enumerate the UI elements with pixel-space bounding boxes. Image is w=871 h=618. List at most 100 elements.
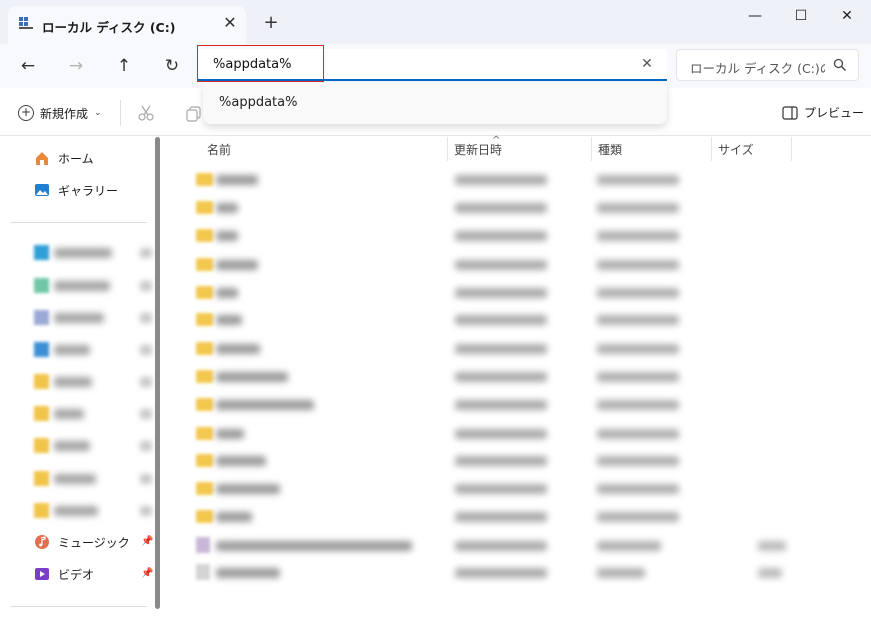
search-box[interactable]: ローカル ディスク (C:)の検索 <box>676 49 859 81</box>
file-row[interactable] <box>188 561 808 585</box>
file-row[interactable] <box>188 168 808 192</box>
sidebar-item-home[interactable]: ホーム <box>34 146 94 170</box>
folder-icon <box>34 438 49 453</box>
search-input[interactable]: ローカル ディスク (C:)の検索 <box>690 58 825 77</box>
sidebar-item-label-blurred <box>54 506 98 516</box>
file-icon <box>196 564 210 580</box>
new-tab-button[interactable]: + <box>261 13 281 33</box>
file-name-blurred <box>216 372 288 382</box>
pin-indicator-blurred <box>140 345 152 355</box>
minimize-button[interactable]: — <box>740 4 770 28</box>
sidebar-item-label-blurred <box>54 313 104 323</box>
file-type-blurred <box>597 203 679 213</box>
search-icon <box>833 58 846 71</box>
pin-indicator-blurred <box>140 409 152 419</box>
file-type-blurred <box>597 484 679 494</box>
column-divider[interactable] <box>591 137 592 161</box>
cut-icon[interactable] <box>137 104 155 122</box>
file-row[interactable] <box>188 196 808 220</box>
column-type[interactable]: 種類 <box>598 141 622 158</box>
file-name-blurred <box>216 260 258 270</box>
folder-icon <box>196 427 213 440</box>
file-row[interactable] <box>188 505 808 529</box>
copy-icon[interactable] <box>186 106 202 122</box>
address-bar[interactable]: %appdata% ✕ <box>197 49 667 81</box>
refresh-button[interactable]: ↻ <box>159 53 185 79</box>
sidebar-item-label-blurred <box>54 281 110 291</box>
sidebar-item-gallery[interactable]: ギャラリー <box>34 178 118 202</box>
file-row[interactable] <box>188 253 808 277</box>
pin-indicator-blurred <box>140 377 152 387</box>
file-row[interactable] <box>188 534 808 558</box>
address-suggestions: %appdata% <box>203 83 667 124</box>
folder-icon <box>196 258 213 271</box>
file-type-blurred <box>597 568 645 578</box>
column-name[interactable]: 名前 <box>207 141 231 158</box>
new-button-label: 新規作成 <box>40 106 89 121</box>
file-row[interactable] <box>188 281 808 305</box>
tab-local-disk[interactable]: ローカル ディスク (C:) ✕ <box>8 6 246 44</box>
back-button[interactable]: ← <box>15 53 41 79</box>
file-name-blurred <box>216 429 244 439</box>
file-type-blurred <box>597 288 679 298</box>
sidebar-item-label-blurred <box>54 377 92 387</box>
file-row[interactable] <box>188 477 808 501</box>
folder-icon <box>196 286 213 299</box>
file-type-blurred <box>597 400 679 410</box>
pin-indicator-blurred <box>140 474 152 484</box>
file-name-blurred <box>216 288 238 298</box>
file-name-blurred <box>216 175 258 185</box>
new-button[interactable]: + 新規作成 ⌄ <box>18 103 102 123</box>
folder-icon <box>196 510 213 523</box>
file-size-blurred <box>758 541 786 551</box>
forward-button[interactable]: → <box>63 53 89 79</box>
file-type-blurred <box>597 175 679 185</box>
sidebar-scrollbar[interactable] <box>155 137 160 609</box>
navigation-bar: ← → ↑ ↻ %appdata% ✕ ローカル ディスク (C:)の検索 <box>0 44 871 88</box>
column-size[interactable]: サイズ <box>718 141 754 158</box>
file-row[interactable] <box>188 224 808 248</box>
file-date-blurred <box>455 175 547 185</box>
sidebar-item-label-blurred <box>54 441 90 451</box>
suggestion-item[interactable]: %appdata% <box>219 95 297 110</box>
sidebar-divider <box>10 606 147 607</box>
title-bar: ローカル ディスク (C:) ✕ + — ☐ ✕ <box>0 0 871 44</box>
file-name-blurred <box>216 484 280 494</box>
sidebar-video-label: ビデオ <box>58 567 95 582</box>
column-date[interactable]: 更新日時 <box>454 141 502 158</box>
file-name-blurred <box>216 231 238 241</box>
file-date-blurred <box>455 288 547 298</box>
maximize-button[interactable]: ☐ <box>786 4 816 28</box>
file-row[interactable] <box>188 337 808 361</box>
sidebar-item-video[interactable]: ビデオ <box>34 562 94 586</box>
preview-button[interactable]: プレビュー <box>782 104 864 121</box>
file-row[interactable] <box>188 308 808 332</box>
file-row[interactable] <box>188 365 808 389</box>
file-date-blurred <box>455 429 547 439</box>
column-divider[interactable] <box>447 137 448 161</box>
file-row[interactable] <box>188 449 808 473</box>
column-divider[interactable] <box>711 137 712 161</box>
column-divider[interactable] <box>791 137 792 161</box>
up-button[interactable]: ↑ <box>111 53 137 79</box>
sidebar-item-music[interactable]: ミュージック <box>34 530 130 554</box>
tab-close-icon[interactable]: ✕ <box>220 13 240 33</box>
pin-indicator-blurred <box>140 506 152 516</box>
folder-icon <box>196 398 213 411</box>
file-row[interactable] <box>188 393 808 417</box>
sidebar-divider <box>10 222 147 223</box>
pin-indicator-blurred <box>140 313 152 323</box>
file-row[interactable] <box>188 422 808 446</box>
tab-title: ローカル ディスク (C:) <box>42 20 176 35</box>
address-input[interactable]: %appdata% <box>213 57 291 72</box>
file-date-blurred <box>455 372 547 382</box>
file-date-blurred <box>455 315 547 325</box>
file-date-blurred <box>455 456 547 466</box>
file-name-blurred <box>216 541 412 551</box>
pin-icon: 📌 <box>141 568 154 579</box>
preview-label: プレビュー <box>804 106 865 120</box>
drive-icon <box>19 17 33 29</box>
close-window-button[interactable]: ✕ <box>832 4 862 28</box>
clear-address-icon[interactable]: ✕ <box>637 54 657 74</box>
file-name-blurred <box>216 400 314 410</box>
